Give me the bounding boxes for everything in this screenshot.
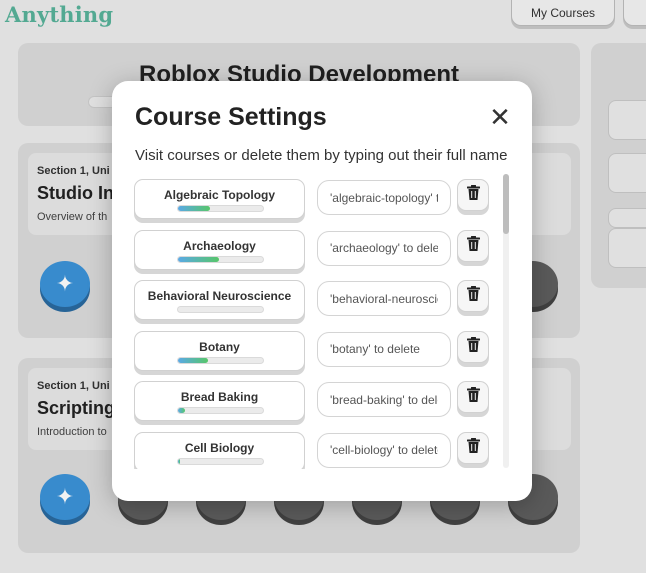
course-progress-fill <box>178 458 180 464</box>
delete-course-button[interactable] <box>457 179 489 211</box>
course-row: Behavioral Neuroscience <box>132 274 510 320</box>
course-progress-bar <box>177 457 264 465</box>
delete-confirm-input[interactable] <box>317 230 451 266</box>
trash-icon <box>466 286 480 306</box>
delete-course-button[interactable] <box>457 431 489 464</box>
scrollbar[interactable] <box>503 174 509 468</box>
course-progress-bar <box>177 356 264 364</box>
course-name: Bread Baking <box>180 390 259 404</box>
delete-course-button[interactable] <box>457 330 489 363</box>
course-row: Algebraic Topology <box>132 173 510 219</box>
delete-course-button[interactable] <box>457 381 489 413</box>
course-progress-fill <box>178 408 185 413</box>
course-row: Cell Biology <box>132 426 510 469</box>
course-progress-bar <box>177 255 264 263</box>
course-progress-fill <box>178 206 211 211</box>
course-card[interactable]: Archaeology <box>134 229 305 270</box>
course-name: Behavioral Neuroscience <box>147 289 292 303</box>
course-row: Botany <box>132 325 510 371</box>
course-name: Botany <box>199 339 240 354</box>
scrollbar-thumb[interactable] <box>503 174 509 234</box>
course-card[interactable]: Behavioral Neuroscience <box>134 280 305 320</box>
course-settings-modal: Course Settings ✕ Visit courses or delet… <box>112 81 532 501</box>
course-card[interactable]: Bread Baking <box>134 381 305 421</box>
trash-icon <box>466 437 480 458</box>
course-name: Archaeology <box>183 238 256 253</box>
course-list[interactable]: Algebraic Topology Archaeology Behavioral … <box>132 173 510 469</box>
modal-subtitle: Visit courses or delete them by typing o… <box>135 147 508 164</box>
modal-title: Course Settings <box>135 103 327 131</box>
trash-icon <box>466 387 480 407</box>
trash-icon <box>466 336 480 357</box>
trash-icon <box>466 185 480 205</box>
delete-confirm-input[interactable] <box>317 281 451 316</box>
course-progress-fill <box>178 256 219 262</box>
delete-course-button[interactable] <box>457 229 489 262</box>
delete-confirm-input[interactable] <box>317 331 451 367</box>
course-progress-bar <box>177 306 264 313</box>
delete-confirm-input[interactable] <box>317 432 451 468</box>
course-card[interactable]: Algebraic Topology <box>134 179 305 219</box>
delete-confirm-input[interactable] <box>317 180 451 215</box>
course-progress-bar <box>177 205 264 212</box>
delete-course-button[interactable] <box>457 280 489 312</box>
course-progress-fill <box>178 357 208 363</box>
course-card[interactable]: Cell Biology <box>134 431 305 469</box>
delete-confirm-input[interactable] <box>317 382 451 417</box>
course-name: Algebraic Topology <box>163 188 276 202</box>
course-row: Archaeology <box>132 224 510 270</box>
close-icon[interactable]: ✕ <box>488 104 512 130</box>
course-row: Bread Baking <box>132 375 510 421</box>
course-progress-bar <box>177 407 264 414</box>
course-card[interactable]: Botany <box>134 330 305 371</box>
trash-icon <box>466 235 480 256</box>
course-name: Cell Biology <box>184 440 255 455</box>
